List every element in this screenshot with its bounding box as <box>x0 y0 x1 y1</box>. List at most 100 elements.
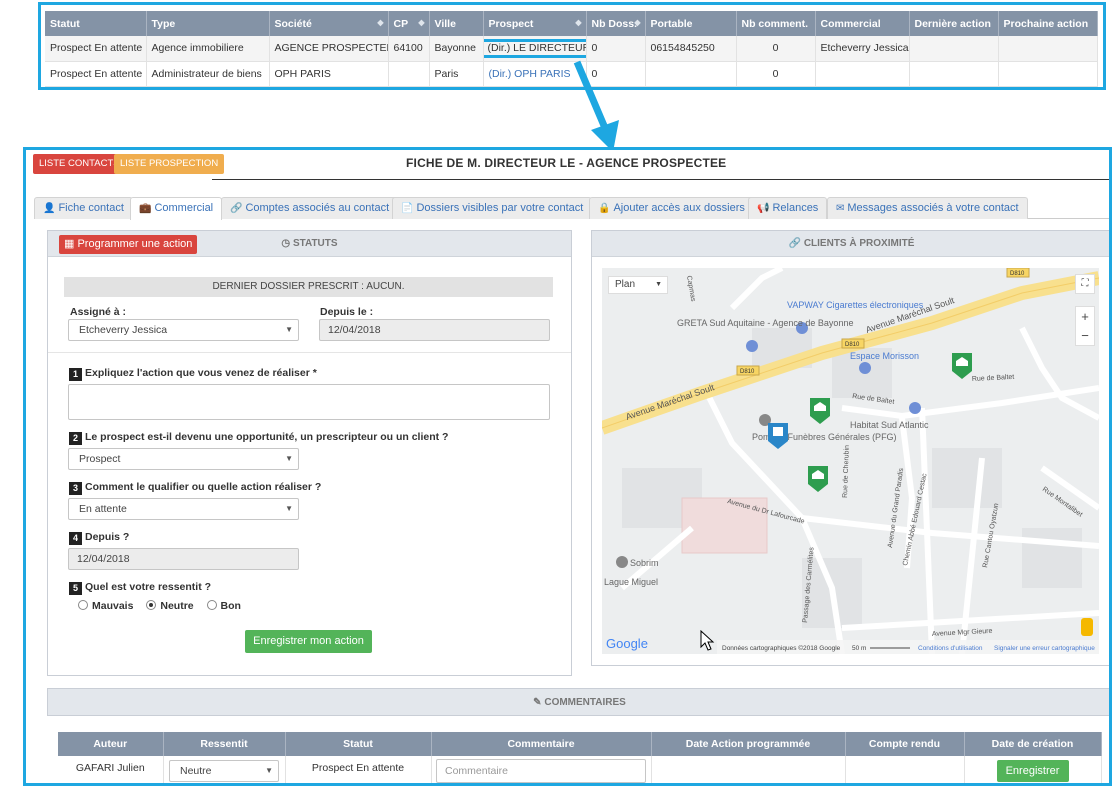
column-header-portable[interactable]: Portable <box>645 11 737 36</box>
step-number: 1 <box>69 368 82 381</box>
comment-text-cell: Commentaire <box>431 756 652 783</box>
prospect-type-select[interactable]: Prospect ▼ <box>68 448 299 470</box>
briefcase-icon: 💼 <box>139 203 152 214</box>
map-canvas[interactable]: Avenue Maréchal Soult Avenue Maréchal So… <box>602 268 1099 654</box>
column-header-prospect[interactable]: Prospect ◆ <box>483 11 587 36</box>
question-5-label: 5 Quel est votre ressentit ? <box>69 581 211 595</box>
tab-ajouter-acces[interactable]: 🔒 Ajouter accès aux dossiers <box>589 197 754 219</box>
column-header-nb-doss[interactable]: Nb Doss. ◆ <box>586 11 646 36</box>
assigne-select[interactable]: Etcheverry Jessica ▼ <box>68 319 299 341</box>
question-4-label: 4 Depuis ? <box>69 531 129 545</box>
column-header-type[interactable]: Type <box>146 11 270 36</box>
cell-commercial <box>815 61 910 87</box>
enregistrer-action-button[interactable]: Enregistrer mon action <box>245 630 372 653</box>
sort-icon: ◆ <box>634 18 641 27</box>
comment-ressentit-select[interactable]: Neutre ▼ <box>169 760 279 782</box>
calendar-icon: ▦ <box>64 238 78 250</box>
tab-bar: 👤 Fiche contact 💼 Commercial 🔗 Comptes asso… <box>34 197 1109 220</box>
pencil-icon: ✎ <box>533 697 545 708</box>
poi-label: Sobrim <box>630 558 659 568</box>
cell-derniere-action <box>909 36 999 62</box>
radio-neutre[interactable] <box>146 600 157 610</box>
link-icon: 🔗 <box>230 203 243 214</box>
tab-dossiers-visibles[interactable]: 📄 Dossiers visibles par votre contact <box>392 197 593 219</box>
clients-proximite-panel: 🔗 CLIENTS À PROXIMITÉ Avenue Maréchal So… <box>591 230 1109 666</box>
user-icon: 👤 <box>43 203 56 214</box>
cell-type: Administrateur de biens <box>146 61 270 87</box>
cell-statut: Prospect En attente <box>45 36 147 62</box>
tab-relances[interactable]: 📢 Relances <box>748 197 828 219</box>
cell-nb-comment: 0 <box>736 61 816 87</box>
action-description-textarea[interactable] <box>68 384 550 420</box>
cell-ville: Bayonne <box>429 36 484 62</box>
link-icon: 🔗 <box>788 238 804 249</box>
chevron-down-icon: ▼ <box>285 454 293 463</box>
depuis-le-label: Depuis le : <box>320 306 374 318</box>
column-header-nb-comment[interactable]: Nb comment. <box>736 11 816 36</box>
sort-icon: ◆ <box>575 18 582 27</box>
pegman-icon[interactable] <box>1081 618 1093 636</box>
road-label: D810 <box>1010 271 1025 277</box>
map-view[interactable]: Avenue Maréchal Soult Avenue Maréchal So… <box>602 268 1099 654</box>
table-row: GAFARI Julien Neutre ▼ Prospect En attent… <box>58 756 1102 783</box>
chevron-down-icon: ▼ <box>265 766 273 775</box>
column-header-prochaine-action[interactable]: Prochaine action <box>998 11 1098 36</box>
assigne-label: Assigné à : <box>70 306 127 318</box>
column-header-date-action: Date Action programmée <box>651 732 846 756</box>
cell-prochaine-action <box>998 61 1098 87</box>
page-title: FICHE DE M. DIRECTEUR LE - AGENCE PROSPE… <box>406 156 727 170</box>
column-header-date-creation: Date de création <box>964 732 1102 756</box>
question-1-label: 1 Expliquez l'action que vous venez de ré… <box>69 367 317 381</box>
qualification-select[interactable]: En attente ▼ <box>68 498 299 520</box>
radio-bon[interactable] <box>206 600 217 610</box>
map-type-select[interactable]: Plan ▼ <box>608 276 668 294</box>
statuts-panel-header: ◷ STATUTS ▦ Programmer une action <box>48 231 571 257</box>
zoom-out-button[interactable]: − <box>1076 326 1094 345</box>
zoom-in-button[interactable]: + <box>1076 307 1094 326</box>
column-header-commercial[interactable]: Commercial <box>815 11 910 36</box>
comment-ressentit-cell: Neutre ▼ <box>163 756 286 783</box>
tab-messages[interactable]: ✉ Messages associés à votre contact <box>827 197 1028 219</box>
map-conditions-link: Conditions d'utilisation <box>918 645 983 652</box>
comment-statut: Prospect En attente <box>285 756 432 783</box>
tab-commercial[interactable]: 💼 Commercial <box>130 197 223 220</box>
liste-prospection-button[interactable]: LISTE PROSPECTION <box>114 154 225 174</box>
google-logo: Google <box>606 636 648 651</box>
map-scale: 50 m <box>852 645 866 652</box>
step-number: 5 <box>69 582 82 595</box>
title-divider <box>212 179 1109 180</box>
liste-contacts-button[interactable]: LISTE CONTACTS <box>33 154 126 174</box>
step-number: 3 <box>69 482 82 495</box>
column-header-compte-rendu: Compte rendu <box>845 732 965 756</box>
column-header-cp[interactable]: CP ◆ <box>388 11 430 36</box>
road-label: D810 <box>845 342 860 348</box>
prospect-link-highlighted[interactable]: (Dir.) LE DIRECTEUR <box>483 38 585 58</box>
tab-fiche-contact[interactable]: 👤 Fiche contact <box>34 197 133 219</box>
comment-textarea[interactable]: Commentaire <box>436 759 646 783</box>
column-header-statut[interactable]: Statut <box>45 11 147 36</box>
tab-comptes-associes[interactable]: 🔗 Comptes associés au contact <box>221 197 399 219</box>
cell-type: Agence immobiliere <box>146 36 270 62</box>
map-attribution: Données cartographiques ©2018 Google <box>722 644 841 652</box>
lock-icon: 🔒 <box>598 203 611 214</box>
cell-societe: OPH PARIS <box>269 61 389 87</box>
statuts-panel: ◷ STATUTS ▦ Programmer une action DERNIE… <box>47 230 572 676</box>
comment-date-action <box>651 756 846 783</box>
column-header-ville[interactable]: Ville <box>429 11 484 36</box>
column-header-derniere-action[interactable]: Dernière action <box>909 11 999 36</box>
prospect-link[interactable]: (Dir.) OPH PARIS <box>489 68 571 80</box>
step-number: 2 <box>69 432 82 445</box>
radio-mauvais[interactable] <box>78 600 88 610</box>
fullscreen-icon[interactable]: ⛶ <box>1075 274 1095 294</box>
cell-societe: AGENCE PROSPECTEE <box>269 36 389 62</box>
comment-save-button[interactable]: Enregistrer <box>996 760 1069 782</box>
column-header-ressentit: Ressentit <box>163 732 286 756</box>
programmer-action-button[interactable]: ▦ Programmer une action <box>59 235 198 254</box>
ressentit-radio-group: Mauvais Neutre Bon <box>78 600 241 612</box>
zoom-control: + − <box>1075 306 1095 346</box>
column-header-auteur: Auteur <box>58 732 164 756</box>
table-header-row: Statut Type Société ◆ CP ◆ Ville Prospect ◆… <box>45 11 1098 36</box>
divider <box>48 352 571 353</box>
cell-portable <box>645 61 737 87</box>
column-header-societe[interactable]: Société ◆ <box>269 11 389 36</box>
